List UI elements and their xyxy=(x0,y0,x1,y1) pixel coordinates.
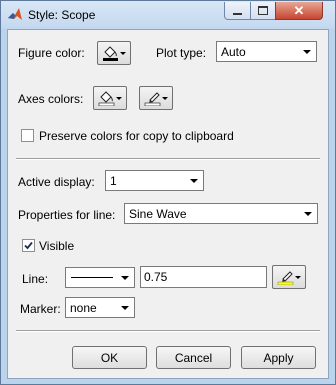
marker-label: Marker: xyxy=(20,302,61,316)
section-divider xyxy=(16,158,320,160)
cancel-button[interactable]: Cancel xyxy=(156,346,231,369)
section-divider xyxy=(16,330,320,332)
matlab-icon xyxy=(7,7,23,23)
line-color-button[interactable] xyxy=(272,265,306,289)
pen-icon xyxy=(277,271,294,285)
solid-line-icon xyxy=(71,277,113,278)
preserve-colors-label: Preserve colors for copy to clipboard xyxy=(39,129,234,143)
figure-color-label: Figure color: xyxy=(18,46,85,60)
apply-button[interactable]: Apply xyxy=(241,346,316,369)
visible-label: Visible xyxy=(39,239,75,253)
active-display-select[interactable]: 1 xyxy=(105,170,204,191)
chevron-down-icon xyxy=(303,50,311,54)
properties-for-line-label: Properties for line: xyxy=(18,208,116,222)
line-style-select[interactable] xyxy=(65,267,135,288)
chevron-down-icon xyxy=(116,97,122,100)
minimize-icon xyxy=(233,12,242,15)
figure-color-button[interactable] xyxy=(97,41,131,65)
chevron-down-icon xyxy=(121,276,129,280)
chevron-down-icon xyxy=(295,276,301,279)
paint-bucket-icon xyxy=(98,91,115,106)
plot-type-select[interactable]: Auto xyxy=(216,41,317,62)
ok-button[interactable]: OK xyxy=(72,346,147,369)
marker-select[interactable]: none xyxy=(65,297,135,318)
active-display-label: Active display: xyxy=(18,175,95,189)
line-label: Line: xyxy=(22,272,49,286)
chevron-down-icon xyxy=(121,306,129,310)
maximize-icon xyxy=(258,6,268,15)
dialog-body: Figure color: Plot type: Auto Axes color… xyxy=(7,29,329,379)
plot-type-value: Auto xyxy=(221,45,246,59)
paint-bucket-icon xyxy=(103,46,118,61)
marker-value: none xyxy=(70,301,97,315)
properties-for-line-select[interactable]: Sine Wave xyxy=(124,203,318,224)
chevron-down-icon xyxy=(120,52,126,55)
line-width-field[interactable] xyxy=(140,266,267,288)
close-button[interactable]: ✕ xyxy=(275,2,323,20)
preserve-colors-checkbox[interactable] xyxy=(21,129,34,142)
title-bar[interactable]: Style: Scope ✕ xyxy=(1,1,335,29)
properties-for-line-value: Sine Wave xyxy=(129,207,187,221)
minimize-button[interactable] xyxy=(224,2,251,20)
checkmark-icon xyxy=(24,241,33,250)
window-title: Style: Scope xyxy=(28,8,96,22)
line-width-input[interactable] xyxy=(144,270,264,284)
axes-colors-label: Axes colors: xyxy=(18,92,84,106)
active-display-value: 1 xyxy=(110,174,117,188)
axes-foreground-color-button[interactable] xyxy=(139,86,173,110)
visible-checkbox[interactable] xyxy=(22,239,35,252)
chevron-down-icon xyxy=(304,212,312,216)
style-dialog-window: Style: Scope ✕ Figure color: Plot type: … xyxy=(0,0,336,385)
plot-type-label: Plot type: xyxy=(156,46,207,60)
pen-icon xyxy=(144,92,161,106)
chevron-down-icon xyxy=(190,179,198,183)
chevron-down-icon xyxy=(162,97,168,100)
close-icon: ✕ xyxy=(293,3,305,18)
maximize-button[interactable] xyxy=(250,2,276,20)
axes-background-color-button[interactable] xyxy=(93,86,127,110)
